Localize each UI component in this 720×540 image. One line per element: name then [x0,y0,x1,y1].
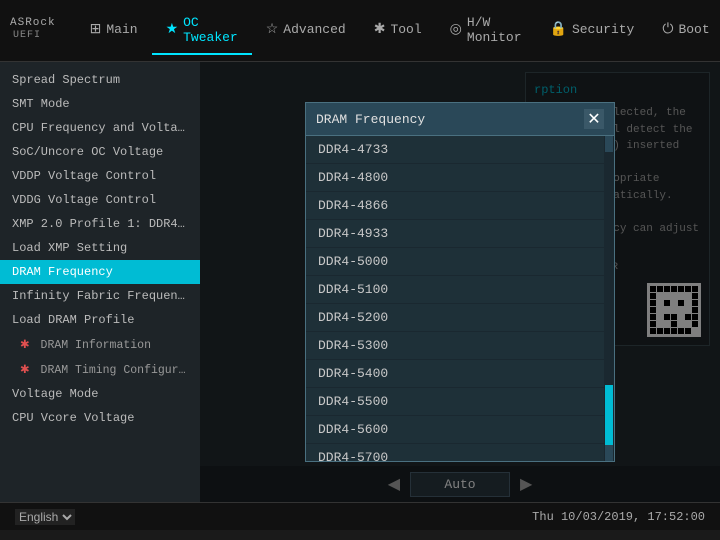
modal-list-item[interactable]: DDR4-5500 [306,388,604,416]
nav-label-security: Security [572,22,634,37]
datetime: Thu 10/03/2019, 17:52:00 [532,510,705,524]
nav-item-main[interactable]: ⊞ Main [76,7,152,55]
nav-label-hwmonitor: H/W Monitor [467,15,522,45]
modal-list-item[interactable]: DDR4-4933 [306,220,604,248]
nav-item-hwmonitor[interactable]: ◎ H/W Monitor [436,7,536,55]
modal-list-item[interactable]: DDR4-5600 [306,416,604,444]
right-panel: rption [Auto] is selected, the herboard … [200,62,720,502]
modal-list-item[interactable]: DDR4-5100 [306,276,604,304]
nav-item-octweaker[interactable]: ★OC Tweaker [152,7,252,55]
sidebar-item-12[interactable]: ✱ DRAM Timing Configuration [0,357,200,382]
main-content: Spread SpectrumSMT ModeCPU Frequency and… [0,62,720,502]
sidebar-item-8[interactable]: DRAM Frequency [0,260,200,284]
sidebar-item-13[interactable]: Voltage Mode [0,382,200,406]
nav-label-tool: Tool [390,22,421,37]
sidebar-item-3[interactable]: SoC/Uncore OC Voltage [0,140,200,164]
sidebar: Spread SpectrumSMT ModeCPU Frequency and… [0,62,200,502]
nav-label-octweaker: OC Tweaker [183,15,238,45]
nav-label-advanced: Advanced [283,22,345,37]
nav-icon-security: 🔒 [550,21,567,38]
modal-list[interactable]: DDR4-4733DDR4-4800DDR4-4866DDR4-4933DDR4… [306,136,604,461]
nav-item-advanced[interactable]: ☆ Advanced [252,7,360,55]
sidebar-item-10[interactable]: Load DRAM Profile [0,308,200,332]
sidebar-item-5[interactable]: VDDG Voltage Control [0,188,200,212]
nav-label-boot: Boot [678,22,709,37]
nav-icon-tool: ✱ [374,21,386,38]
sidebar-item-1[interactable]: SMT Mode [0,92,200,116]
sidebar-item-4[interactable]: VDDP Voltage Control [0,164,200,188]
modal-list-item[interactable]: DDR4-4733 [306,136,604,164]
nav-icon-main: ⊞ [90,21,102,38]
modal-scrollbar[interactable] [604,136,614,461]
sidebar-icon-12: ✱ [20,364,37,377]
modal-titlebar: DRAM Frequency ✕ [306,103,614,136]
sidebar-item-6[interactable]: XMP 2.0 Profile 1: DDR4-3400 16- [0,212,200,236]
sidebar-item-11[interactable]: ✱ DRAM Information [0,332,200,357]
nav-icon-hwmonitor: ◎ [450,21,462,38]
topbar: ASRock UEFI ⊞ Main ★OC Tweaker ☆ Advanced ✱ To… [0,0,720,62]
nav-item-tool[interactable]: ✱ Tool [360,7,436,55]
modal-dialog: DRAM Frequency ✕ DDR4-4733DDR4-4800DDR4-… [305,102,615,462]
modal-list-item[interactable]: DDR4-5700 [306,444,604,461]
modal-list-item[interactable]: DDR4-4866 [306,192,604,220]
logo-sub: UEFI [13,30,41,41]
nav-label-main: Main [106,22,137,37]
modal-list-item[interactable]: DDR4-4800 [306,164,604,192]
sidebar-item-2[interactable]: CPU Frequency and Voltage(VID) C [0,116,200,140]
nav-icon-boot: ⏻ [662,22,673,38]
nav-icon-advanced: ☆ [266,21,279,38]
modal-list-item[interactable]: DDR4-5200 [306,304,604,332]
logo-text: ASRock [10,17,56,29]
sidebar-item-0[interactable]: Spread Spectrum [0,68,200,92]
modal-list-item[interactable]: DDR4-5000 [306,248,604,276]
sidebar-icon-11: ✱ [20,339,37,352]
statusbar: English Thu 10/03/2019, 17:52:00 [0,502,720,530]
nav: ⊞ Main ★OC Tweaker ☆ Advanced ✱ Tool ◎ H/W Monit… [76,7,720,55]
sidebar-item-9[interactable]: Infinity Fabric Frequency and Di [0,284,200,308]
modal-list-item[interactable]: DDR4-5300 [306,332,604,360]
nav-item-boot[interactable]: ⏻ Boot [648,7,720,55]
language-select[interactable]: English [15,509,75,525]
sidebar-item-7[interactable]: Load XMP Setting [0,236,200,260]
logo: ASRock UEFI [10,13,56,48]
nav-icon-octweaker: ★ [166,21,179,38]
nav-item-security[interactable]: 🔒 Security [536,7,649,55]
modal-close-button[interactable]: ✕ [584,109,604,129]
modal-overlay: DRAM Frequency ✕ DDR4-4733DDR4-4800DDR4-… [200,62,720,502]
modal-title: DRAM Frequency [316,112,425,127]
sidebar-item-14[interactable]: CPU Vcore Voltage [0,406,200,430]
modal-list-item[interactable]: DDR4-5400 [306,360,604,388]
